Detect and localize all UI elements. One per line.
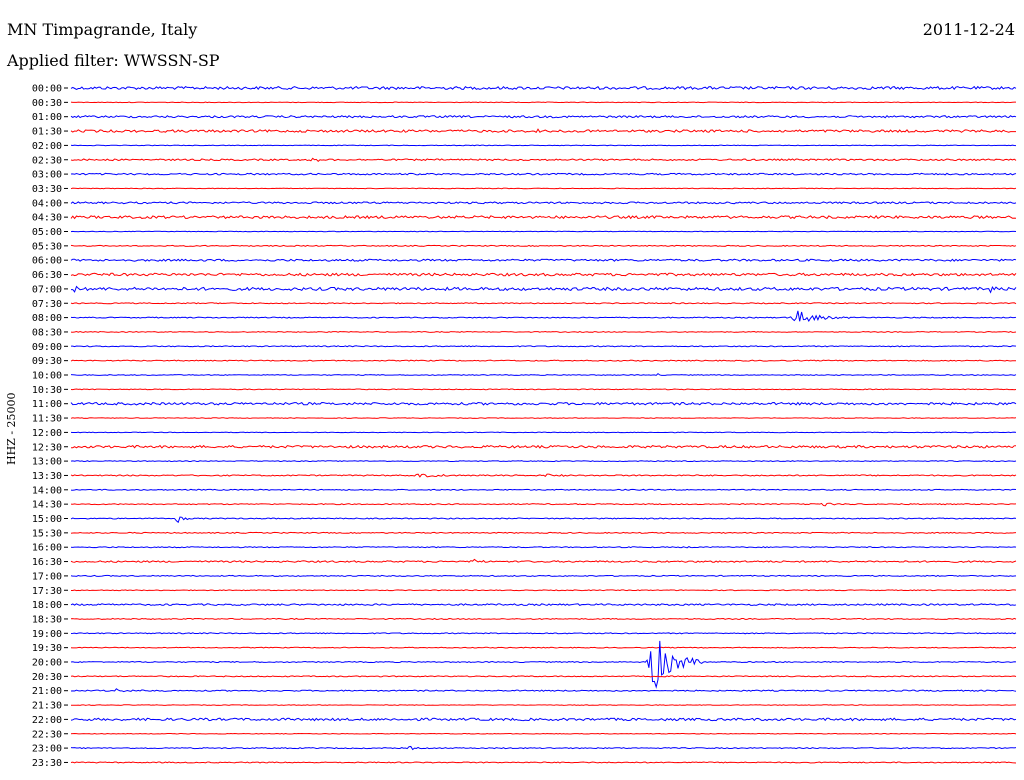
row-time-label: 23:00 <box>32 744 62 755</box>
row-time-label: 22:00 <box>32 715 62 726</box>
trace-row-series <box>70 244 1017 247</box>
row-time-label: 09:30 <box>32 356 62 367</box>
row-time-label: 10:30 <box>32 385 62 396</box>
trace-row-series <box>71 704 1017 706</box>
trace-row-series <box>70 603 1017 606</box>
trace-row-series <box>70 589 1017 592</box>
trace-row-series <box>70 345 1017 348</box>
row-time-label: 10:00 <box>32 371 62 382</box>
trace-row-series <box>70 230 1017 233</box>
trace-row-series <box>70 187 1017 190</box>
row-time-label: 03:00 <box>32 170 62 181</box>
row-time-label: 01:30 <box>32 127 62 138</box>
row-time-label: 18:30 <box>32 614 62 625</box>
row-time-label: 16:30 <box>32 557 62 568</box>
row-time-label: 18:00 <box>32 600 62 611</box>
trace-row-series <box>70 302 1017 305</box>
row-time-label: 05:30 <box>32 241 62 252</box>
trace-row-series <box>70 444 1017 449</box>
trace-row-series <box>70 717 1017 722</box>
trace-row-series <box>70 115 1017 119</box>
row-time-label: 09:00 <box>32 342 62 353</box>
trace-row-series <box>70 128 1017 134</box>
trace-row-series <box>70 144 1017 147</box>
row-time-label: 06:00 <box>32 256 62 267</box>
row-time-label: 12:00 <box>32 428 62 439</box>
row-time-label: 15:00 <box>32 514 62 525</box>
row-time-label: 00:00 <box>32 84 62 95</box>
trace-row-series <box>70 331 1017 333</box>
trace-row-series <box>70 732 1017 735</box>
trace-row-series <box>70 157 1017 162</box>
row-time-label: 17:00 <box>32 571 62 582</box>
trace-row-series <box>70 417 1017 419</box>
seismogram-plot: 00:00 00:30 01:00 01:30 02:00 02:30 03:00 03:30… <box>32 84 1017 769</box>
row-time-label: 14:30 <box>32 500 62 511</box>
row-time-label: 14:00 <box>32 485 62 496</box>
row-time-label: 02:00 <box>32 141 62 152</box>
trace-row-series <box>70 431 1017 434</box>
trace-row-series <box>70 558 1017 563</box>
trace-row-series <box>70 574 1017 577</box>
row-time-label: 01:00 <box>32 112 62 123</box>
row-time-label: 15:30 <box>32 528 62 539</box>
trace-row-series <box>70 85 1017 91</box>
trace-row-series <box>70 272 1017 277</box>
trace-row-series <box>70 761 1017 764</box>
row-time-label: 21:30 <box>32 701 62 712</box>
trace-row-series <box>70 745 1017 751</box>
trace-row-series <box>70 617 1017 620</box>
trace-row-series <box>70 215 1017 220</box>
trace-row-series <box>70 258 1017 262</box>
row-time-label: 16:00 <box>32 543 62 554</box>
trace-row-series <box>70 545 1017 549</box>
trace-row-series <box>70 632 1017 635</box>
row-time-label: 11:00 <box>32 399 62 410</box>
trace-row-series <box>70 460 1017 463</box>
trace-row-series <box>70 516 1017 524</box>
trace-row-series <box>70 473 1017 478</box>
row-time-label: 03:30 <box>32 184 62 195</box>
row-time-label: 17:30 <box>32 586 62 597</box>
row-time-label: 13:00 <box>32 457 62 468</box>
row-time-label: 19:30 <box>32 643 62 654</box>
trace-row-series <box>70 172 1017 176</box>
row-time-label: 20:30 <box>32 672 62 683</box>
trace-row-series <box>70 310 1017 322</box>
row-time-label: 04:00 <box>32 198 62 209</box>
trace-row-series <box>70 201 1017 205</box>
row-time-label: 20:00 <box>32 658 62 669</box>
trace-row-series <box>70 688 1017 693</box>
trace-row-series <box>70 401 1017 406</box>
row-time-label: 04:30 <box>32 213 62 224</box>
trace-row-series <box>70 675 1017 678</box>
row-time-label: 21:00 <box>32 686 62 697</box>
trace-row-series <box>70 531 1017 534</box>
trace-row-series <box>70 646 1017 649</box>
row-time-label: 23:30 <box>32 758 62 769</box>
row-time-label: 12:30 <box>32 442 62 453</box>
row-time-label: 00:30 <box>32 98 62 109</box>
row-time-label: 06:30 <box>32 270 62 281</box>
trace-row-series <box>70 285 1017 294</box>
row-time-label: 08:00 <box>32 313 62 324</box>
row-time-label: 11:30 <box>32 414 62 425</box>
row-time-label: 13:30 <box>32 471 62 482</box>
row-time-label: 07:30 <box>32 299 62 310</box>
row-time-label: 02:30 <box>32 155 62 166</box>
trace-row-series <box>70 101 1016 104</box>
trace-row-series <box>70 388 1017 391</box>
trace-row-series <box>70 502 1017 507</box>
trace-row-series <box>70 488 1017 491</box>
row-time-label: 08:30 <box>32 327 62 338</box>
row-time-label: 07:00 <box>32 284 62 295</box>
trace-row-series <box>70 359 1016 362</box>
row-time-label: 22:30 <box>32 729 62 740</box>
row-time-label: 05:00 <box>32 227 62 238</box>
trace-row-series <box>70 372 1017 376</box>
row-time-label: 19:00 <box>32 629 62 640</box>
